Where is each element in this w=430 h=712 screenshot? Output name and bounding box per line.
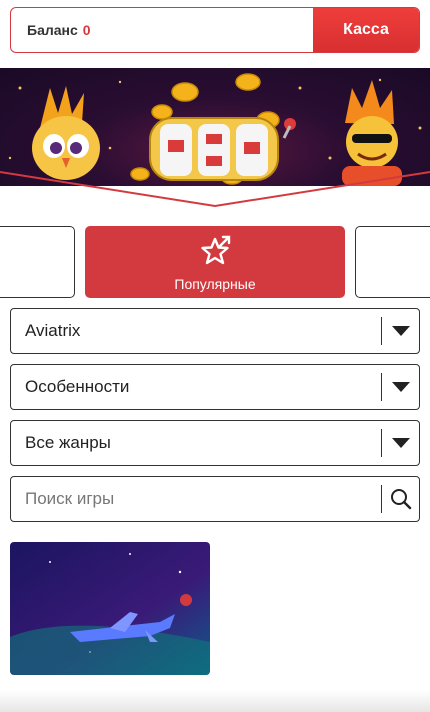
category-tab-prev[interactable]: [0, 226, 75, 298]
features-select[interactable]: Особенности: [10, 364, 420, 410]
search-input[interactable]: Поиск игры: [11, 489, 381, 509]
game-card-aviatrix[interactable]: [10, 542, 210, 675]
game-thumbnail: [10, 542, 210, 675]
provider-select[interactable]: Aviatrix: [10, 308, 420, 354]
chevron-down-icon: [382, 326, 419, 336]
genre-select-value: Все жанры: [25, 433, 111, 452]
footer-edge: [0, 690, 430, 712]
search-icon[interactable]: [382, 488, 419, 510]
chevron-down-icon: [382, 382, 419, 392]
game-search-field[interactable]: Поиск игры: [10, 476, 420, 522]
features-select-value: Особенности: [25, 377, 130, 396]
promo-banner[interactable]: [0, 68, 430, 186]
category-tab-next[interactable]: [355, 226, 430, 298]
star-arrow-icon: [201, 235, 231, 265]
category-label: Популярные: [174, 276, 256, 292]
promo-banner-art: [8, 73, 422, 186]
balance-bar: Баланс 0 Касса: [10, 7, 420, 53]
chevron-down-icon: [382, 438, 419, 448]
cashier-button[interactable]: Касса: [313, 8, 419, 52]
balance-display: Баланс 0: [11, 8, 313, 52]
category-tab-popular[interactable]: Популярные: [85, 226, 345, 298]
balance-amount: 0: [82, 22, 91, 38]
balance-label: Баланс: [27, 22, 78, 38]
genre-select[interactable]: Все жанры: [10, 420, 420, 466]
banner-divider: [0, 171, 430, 208]
provider-select-value: Aviatrix: [25, 321, 81, 340]
